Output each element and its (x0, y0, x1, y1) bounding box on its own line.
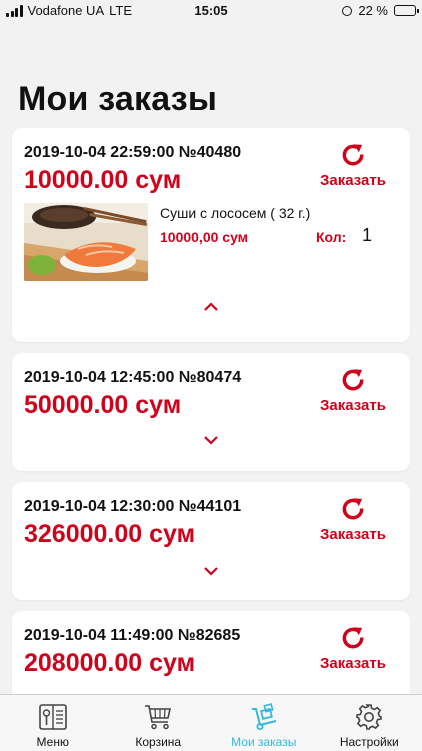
tab-bar: Меню Корзина Мои заказы (0, 694, 422, 751)
order-total: 326000.00 сум (24, 520, 195, 549)
reorder-label: Заказать (308, 172, 398, 189)
order-item: Суши с лососем ( 32 г.) 10000,00 сум Кол… (24, 203, 402, 281)
reorder-label: Заказать (308, 655, 398, 672)
order-total: 208000.00 сум (24, 649, 195, 678)
tab-label: Мои заказы (211, 735, 317, 749)
gear-icon (354, 703, 384, 731)
order-total: 50000.00 сум (24, 391, 181, 420)
reorder-button[interactable]: Заказать (308, 625, 398, 672)
hand-truck-icon (249, 703, 279, 731)
refresh-icon (340, 367, 366, 393)
reorder-button[interactable]: Заказать (308, 367, 398, 414)
expand-chevron-down-icon[interactable] (203, 566, 219, 576)
order-meta: 2019-10-04 22:59:00 №40480 (24, 144, 241, 162)
order-meta: 2019-10-04 12:45:00 №80474 (24, 369, 241, 387)
item-qty-label: Кол: (316, 229, 346, 245)
refresh-icon (340, 625, 366, 651)
cart-icon (143, 703, 173, 731)
tab-label: Меню (0, 735, 106, 749)
order-meta: 2019-10-04 12:30:00 №44101 (24, 498, 241, 516)
item-qty-value: 1 (362, 225, 372, 246)
page-title: Мои заказы (18, 80, 217, 119)
order-card: 2019-10-04 22:59:00 №40480 10000.00 сум … (12, 128, 410, 342)
menu-book-icon (38, 703, 68, 731)
item-name: Суши с лососем ( 32 г.) (160, 205, 310, 221)
status-bar: Vodafone UA LTE 15:05 22 % (0, 0, 422, 22)
battery-percent: 22 % (358, 3, 388, 18)
battery-icon (394, 5, 416, 16)
reorder-button[interactable]: Заказать (308, 496, 398, 543)
reorder-button[interactable]: Заказать (308, 142, 398, 189)
product-image (24, 203, 148, 281)
reorder-label: Заказать (308, 526, 398, 543)
collapse-chevron-up-icon[interactable] (203, 302, 219, 312)
status-right: 22 % (342, 3, 416, 18)
tab-my-orders[interactable]: Мои заказы (211, 695, 317, 751)
refresh-icon (340, 142, 366, 168)
tab-menu[interactable]: Меню (0, 695, 106, 751)
alarm-icon (342, 6, 352, 16)
tab-settings[interactable]: Настройки (317, 695, 422, 751)
expand-chevron-down-icon[interactable] (203, 435, 219, 445)
order-card: 2019-10-04 12:45:00 №80474 50000.00 сум … (12, 353, 410, 471)
refresh-icon (340, 496, 366, 522)
order-total: 10000.00 сум (24, 166, 181, 195)
item-price: 10000,00 сум (160, 229, 248, 245)
tab-cart[interactable]: Корзина (106, 695, 212, 751)
order-card: 2019-10-04 12:30:00 №44101 326000.00 сум… (12, 482, 410, 600)
reorder-label: Заказать (308, 397, 398, 414)
tab-label: Настройки (317, 735, 422, 749)
order-meta: 2019-10-04 11:49:00 №82685 (24, 627, 240, 645)
tab-label: Корзина (106, 735, 212, 749)
